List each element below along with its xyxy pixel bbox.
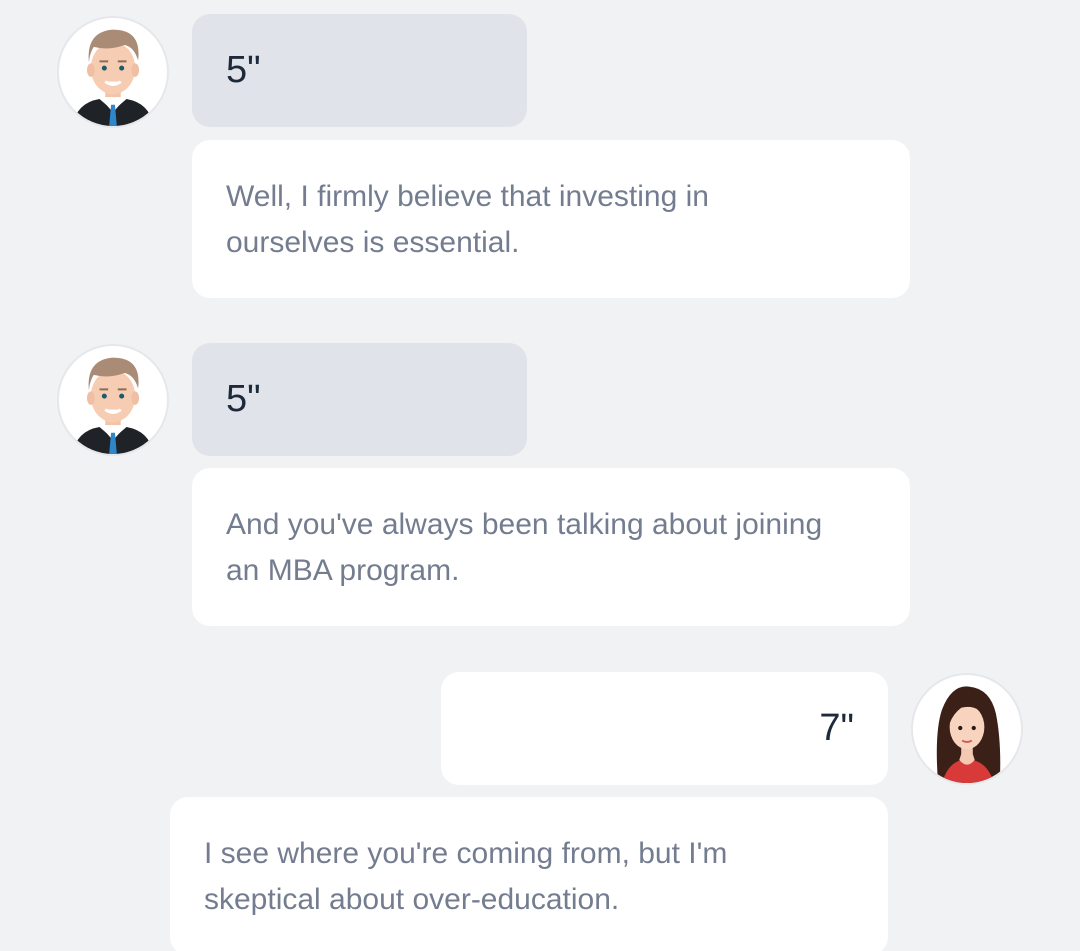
voice-duration-bubble[interactable]: 5" bbox=[192, 343, 527, 456]
male-avatar-icon bbox=[57, 344, 169, 456]
message-text-line: an MBA program. bbox=[226, 554, 460, 587]
message-text-bubble: And you've always been talking about joi… bbox=[192, 468, 910, 626]
voice-duration-bubble[interactable]: 7" bbox=[441, 672, 888, 785]
message-text-line: I see where you're coming from, but I'm bbox=[204, 837, 728, 870]
message-text-line: ourselves is essential. bbox=[226, 226, 520, 259]
message-text-line: Well, I firmly believe that investing in bbox=[226, 180, 709, 213]
male-avatar-icon bbox=[57, 16, 169, 128]
message-text-bubble: I see where you're coming from, but I'm … bbox=[170, 797, 888, 951]
message-text-bubble: Well, I firmly believe that investing in… bbox=[192, 140, 910, 298]
voice-duration-bubble[interactable]: 5" bbox=[192, 14, 527, 127]
message-text-line: And you've always been talking about joi… bbox=[226, 508, 823, 541]
message-text-line: skeptical about over-education. bbox=[204, 883, 620, 916]
female-avatar-icon bbox=[911, 673, 1023, 785]
